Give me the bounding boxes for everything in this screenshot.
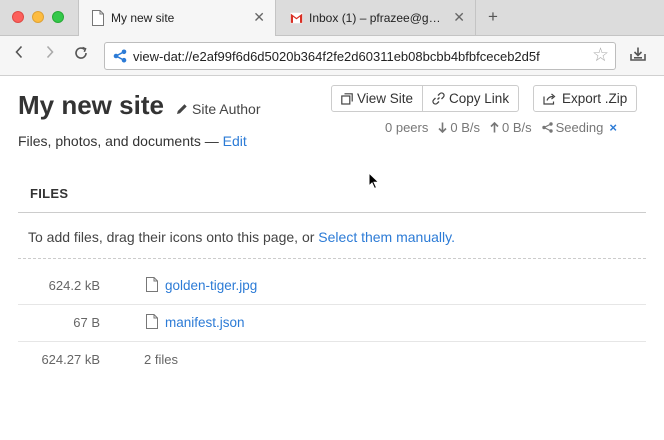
arrow-down-icon [438, 122, 447, 133]
view-site-button[interactable]: View Site [332, 86, 422, 111]
site-title: My new site [18, 90, 164, 120]
link-icon [432, 92, 445, 105]
seeding-label: Seeding [555, 120, 604, 135]
author-name: Site Author [192, 101, 261, 117]
description-text: Files, photos, and documents — [18, 133, 219, 149]
copy-link-button[interactable]: Copy Link [422, 86, 518, 111]
files-total-row: 624.27 kB 2 files [18, 341, 646, 378]
share-icon [113, 49, 127, 63]
file-size: 624.2 kB [48, 278, 100, 293]
minimize-window-button[interactable] [32, 11, 44, 23]
page-icon [92, 10, 104, 26]
tab-title: Inbox (1) – pfrazee@g… [309, 11, 439, 25]
file-name-link[interactable]: golden-tiger.jpg [165, 278, 257, 293]
file-icon [146, 314, 158, 329]
file-name-link[interactable]: manifest.json [165, 315, 245, 330]
close-tab-icon[interactable]: ✕ [253, 10, 265, 24]
pencil-icon [177, 104, 187, 114]
new-tab-button[interactable]: + [488, 8, 498, 25]
site-actions: View Site Copy Link [331, 85, 520, 112]
downloads-icon[interactable] [630, 47, 646, 61]
export-zip-label: Export .Zip [562, 91, 628, 106]
upload-rate-text: 0 B/s [502, 120, 532, 135]
site-author[interactable]: Site Author [176, 101, 261, 117]
tab-bar: My new site ✕ Inbox (1) – pfrazee@g… ✕ + [0, 0, 664, 37]
file-size: 67 B [73, 315, 100, 330]
gmail-icon [290, 12, 303, 24]
file-icon [146, 277, 158, 292]
address-bar[interactable]: view-dat://e2af99f6d6d5020b364f2fe2d6031… [104, 42, 616, 70]
forward-button[interactable] [45, 45, 55, 65]
back-icon [15, 45, 23, 59]
upload-rate: 0 B/s [490, 120, 532, 135]
tab-title: My new site [111, 11, 175, 25]
tab-inbox[interactable]: Inbox (1) – pfrazee@g… ✕ [277, 0, 476, 36]
maximize-window-button[interactable] [52, 11, 64, 23]
dashed-divider [18, 258, 646, 259]
external-window-icon [341, 92, 353, 105]
reload-icon [75, 46, 87, 59]
peer-count: 0 peers [385, 120, 429, 135]
tab-my-new-site[interactable]: My new site ✕ [78, 0, 276, 37]
download-rate: 0 B/s [438, 120, 480, 135]
drop-instructions: To add files, drag their icons onto this… [28, 229, 455, 245]
reload-button[interactable] [73, 45, 89, 67]
close-window-button[interactable] [12, 11, 24, 23]
files-heading: FILES [30, 186, 69, 201]
download-rate-text: 0 B/s [450, 120, 480, 135]
view-site-label: View Site [357, 91, 414, 106]
export-icon [543, 93, 556, 105]
seeding-status: Seeding × [541, 120, 617, 135]
site-description: Files, photos, and documents — Edit [18, 133, 247, 149]
mouse-cursor-icon [368, 172, 380, 190]
navigation-bar: view-dat://e2af99f6d6d5020b364f2fe2d6031… [0, 36, 664, 76]
file-row[interactable]: 67 B manifest.json [18, 304, 646, 341]
close-tab-icon[interactable]: ✕ [453, 10, 465, 24]
forward-icon [46, 45, 54, 59]
drop-text: To add files, drag their icons onto this… [28, 229, 315, 245]
divider [18, 212, 646, 213]
copy-link-label: Copy Link [449, 91, 510, 106]
file-row[interactable]: 624.2 kB golden-tiger.jpg [18, 267, 646, 304]
export-zip-button[interactable]: Export .Zip [533, 85, 638, 112]
url-text[interactable]: view-dat://e2af99f6d6d5020b364f2fe2d6031… [133, 49, 585, 64]
arrow-up-icon [490, 122, 499, 133]
network-stats: 0 peers 0 B/s 0 B/s Seeding × [385, 120, 617, 135]
stop-seeding-button[interactable]: × [609, 120, 617, 135]
bookmark-star-icon[interactable]: ☆ [592, 46, 609, 66]
edit-link[interactable]: Edit [223, 133, 247, 149]
back-button[interactable] [14, 45, 24, 65]
window-controls [12, 11, 64, 23]
share-icon [541, 122, 553, 133]
total-size: 624.27 kB [41, 352, 100, 367]
file-count: 2 files [144, 352, 178, 367]
select-files-link[interactable]: Select them manually. [318, 229, 455, 245]
